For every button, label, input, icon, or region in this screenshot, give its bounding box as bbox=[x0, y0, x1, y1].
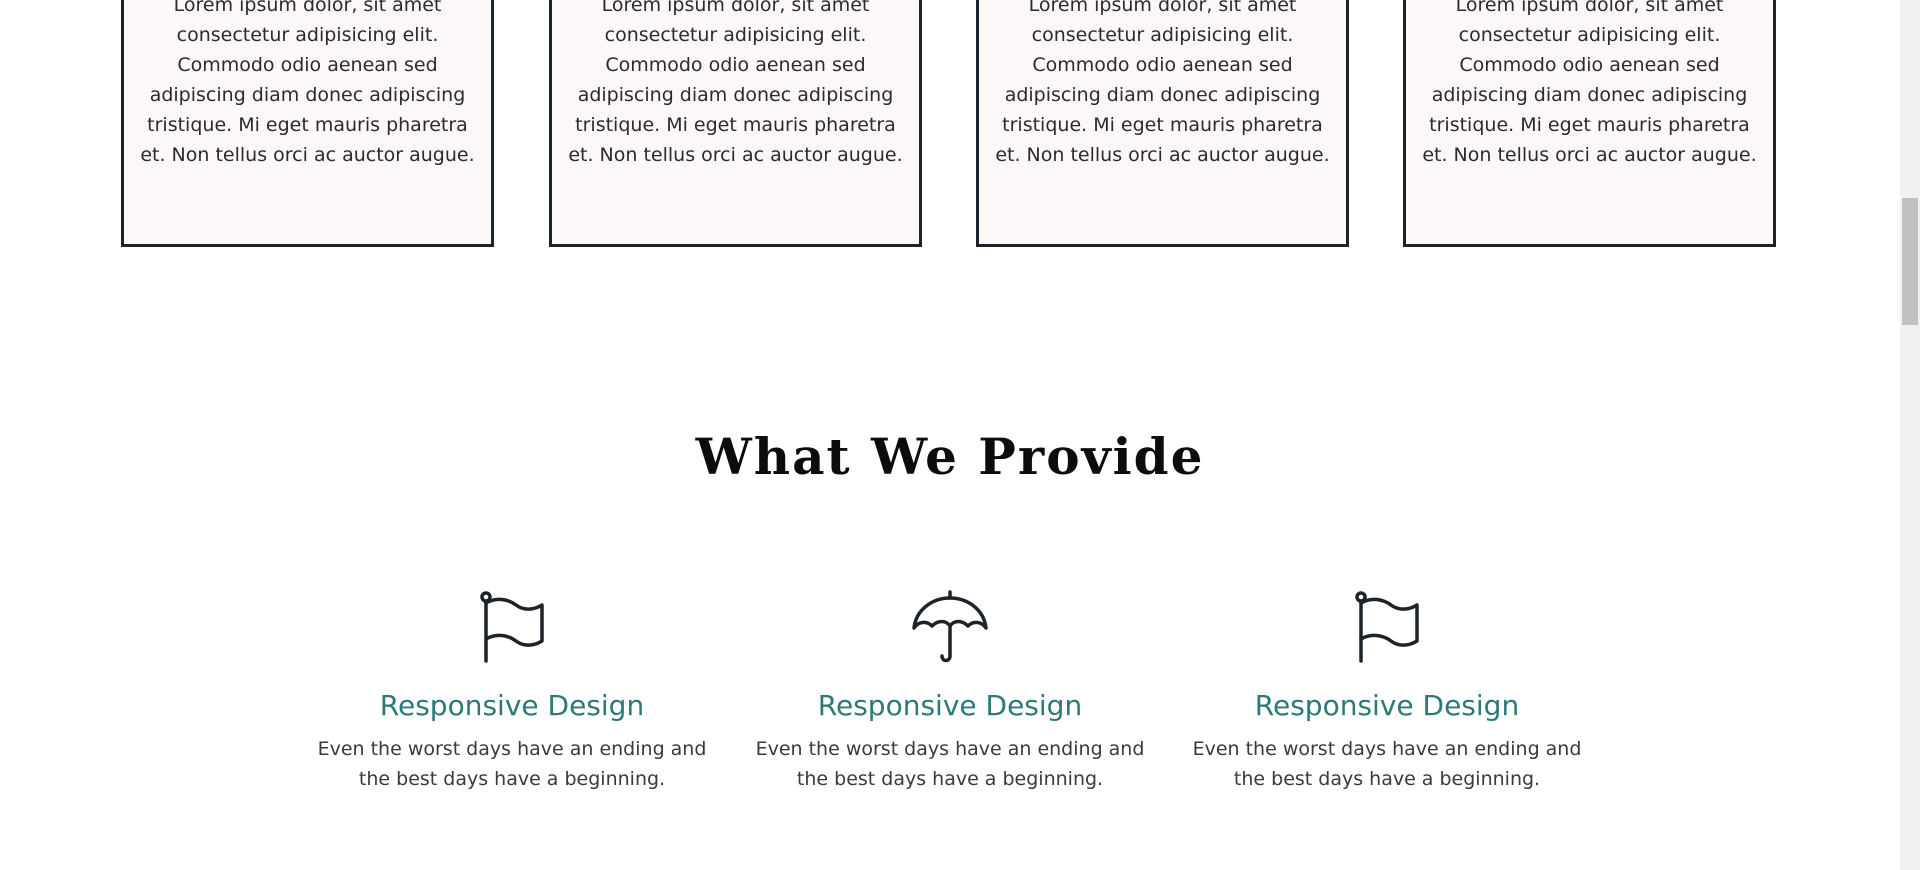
feature-item: Responsive Design Even the worst days ha… bbox=[740, 590, 1160, 794]
page-scrollbar[interactable] bbox=[1900, 0, 1920, 870]
feature-desc: Even the worst days have an ending and t… bbox=[1192, 738, 1582, 790]
feature-title: Responsive Design bbox=[379, 689, 645, 722]
flag-icon bbox=[1355, 591, 1419, 663]
section-title: What We Provide bbox=[695, 427, 1205, 486]
scrollbar-thumb[interactable] bbox=[1902, 198, 1918, 325]
features-row: Responsive Design Even the worst days ha… bbox=[0, 590, 1900, 830]
info-card: Lorem ipsum dolor, sit amet consectetur … bbox=[976, 0, 1349, 247]
info-card: Lorem ipsum dolor, sit amet consectetur … bbox=[549, 0, 922, 247]
info-card: Lorem ipsum dolor, sit amet consectetur … bbox=[1403, 0, 1776, 247]
umbrella-icon bbox=[912, 590, 988, 663]
feature-title: Responsive Design bbox=[1254, 689, 1520, 722]
info-card: Lorem ipsum dolor, sit amet consectetur … bbox=[121, 0, 494, 247]
feature-desc: Even the worst days have an ending and t… bbox=[317, 738, 707, 790]
card-text: Lorem ipsum dolor, sit amet consectetur … bbox=[140, 0, 475, 166]
card-text: Lorem ipsum dolor, sit amet consectetur … bbox=[568, 0, 903, 166]
flag-icon bbox=[480, 591, 544, 663]
feature-desc: Even the worst days have an ending and t… bbox=[755, 738, 1145, 790]
card-text: Lorem ipsum dolor, sit amet consectetur … bbox=[1422, 0, 1757, 166]
cards-row: Lorem ipsum dolor, sit amet consectetur … bbox=[0, 0, 1900, 251]
feature-item: Responsive Design Even the worst days ha… bbox=[1177, 590, 1597, 794]
feature-item: Responsive Design Even the worst days ha… bbox=[302, 590, 722, 794]
feature-title: Responsive Design bbox=[817, 689, 1083, 722]
card-text: Lorem ipsum dolor, sit amet consectetur … bbox=[995, 0, 1330, 166]
